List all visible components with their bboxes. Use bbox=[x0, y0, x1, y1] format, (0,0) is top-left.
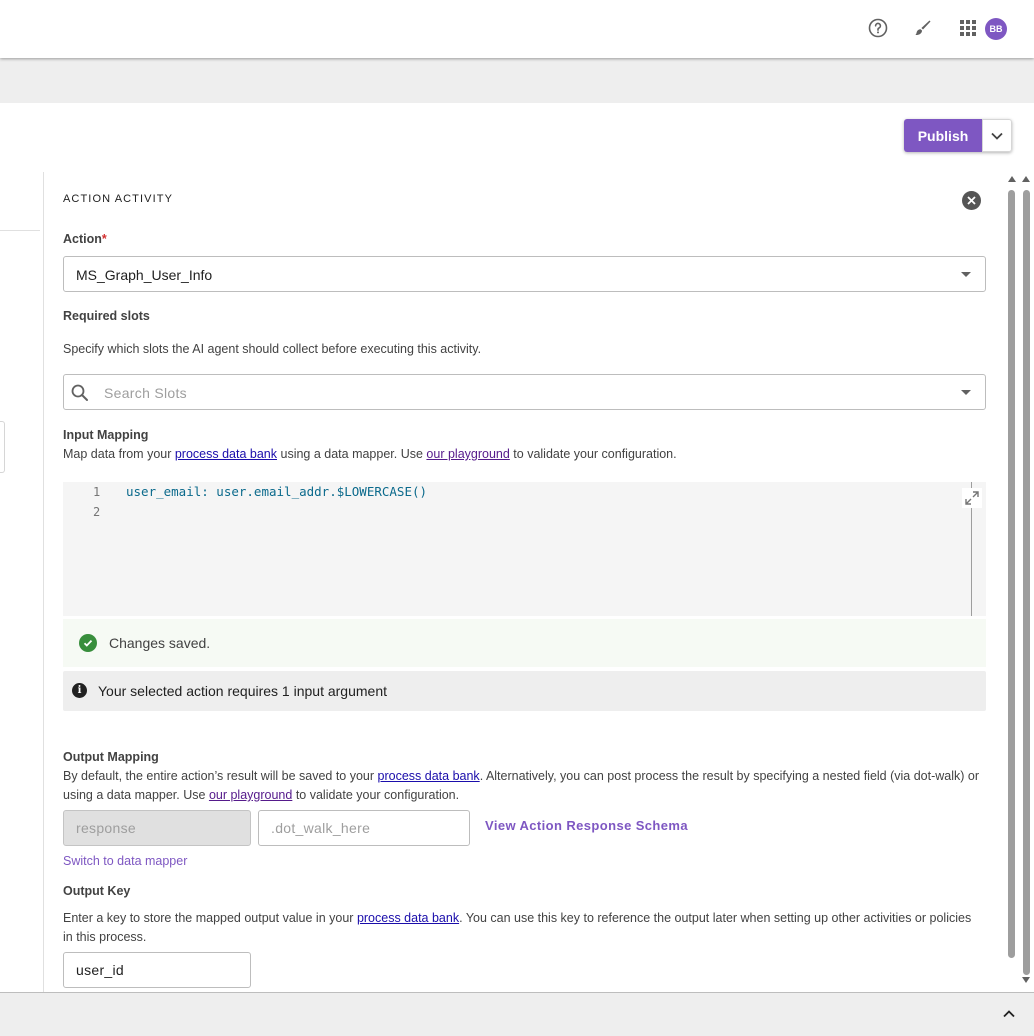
avatar[interactable]: BB bbox=[985, 18, 1007, 40]
view-action-response-schema-button[interactable]: View Action Response Schema bbox=[485, 818, 688, 833]
bottom-drawer-bar bbox=[0, 992, 1034, 1036]
action-select[interactable]: MS_Graph_User_Info bbox=[63, 256, 986, 292]
output-key-input[interactable] bbox=[64, 953, 250, 987]
input-mapping-label: Input Mapping bbox=[63, 428, 149, 442]
sub-header-band bbox=[0, 58, 1034, 103]
slots-search-select[interactable] bbox=[63, 374, 986, 410]
dot-walk-input[interactable] bbox=[259, 811, 469, 845]
input-mapping-code-editor[interactable]: 1 user_email: user.email_addr.$LOWERCASE… bbox=[63, 482, 986, 616]
chevron-down-icon bbox=[991, 132, 1003, 140]
output-mapping-label: Output Mapping bbox=[63, 750, 159, 764]
output-key-help: Enter a key to store the mapped output v… bbox=[63, 911, 972, 944]
apps-grid-icon[interactable] bbox=[957, 17, 979, 39]
line-number: 2 bbox=[93, 505, 101, 519]
left-panel-edge bbox=[0, 172, 44, 992]
publish-split-button: Publish bbox=[904, 119, 1012, 152]
help-circle-icon[interactable] bbox=[867, 17, 889, 39]
process-data-bank-link[interactable]: process data bank bbox=[175, 447, 277, 461]
panel-title: ACTION ACTIVITY bbox=[63, 193, 174, 205]
playground-link[interactable]: our playground bbox=[209, 788, 292, 802]
divider bbox=[0, 230, 40, 231]
changes-saved-text: Changes saved. bbox=[109, 635, 211, 651]
output-key-label: Output Key bbox=[63, 884, 131, 898]
check-circle-icon bbox=[79, 634, 97, 652]
process-data-bank-link[interactable]: process data bank bbox=[357, 911, 459, 925]
required-slots-help: Specify which slots the AI agent should … bbox=[63, 342, 482, 356]
input-argument-info-banner: i Your selected action requires 1 input … bbox=[63, 671, 986, 711]
chevron-up-icon[interactable] bbox=[1002, 1007, 1016, 1026]
switch-to-data-mapper-link[interactable]: Switch to data mapper bbox=[63, 854, 187, 868]
left-panel-field-edge bbox=[0, 421, 5, 473]
slots-search-input[interactable] bbox=[104, 383, 924, 403]
required-slots-label: Required slots bbox=[63, 309, 150, 323]
brush-icon[interactable] bbox=[912, 17, 934, 39]
output-mapping-help: By default, the entire action’s result w… bbox=[63, 769, 980, 802]
search-icon bbox=[70, 383, 90, 408]
info-text: Your selected action requires 1 input ar… bbox=[98, 683, 387, 699]
response-input bbox=[64, 811, 250, 845]
output-key-field[interactable] bbox=[63, 952, 251, 988]
expand-icon[interactable] bbox=[962, 488, 982, 508]
top-app-bar: BB bbox=[0, 0, 1034, 58]
info-icon: i bbox=[72, 683, 87, 698]
action-activity-panel: ACTION ACTIVITY Action* MS_Graph_User_In… bbox=[45, 172, 1005, 992]
dot-walk-field[interactable] bbox=[258, 810, 470, 846]
panel-scrollbar[interactable] bbox=[1006, 174, 1018, 988]
code-line[interactable]: user_email: user.email_addr.$LOWERCASE() bbox=[126, 484, 427, 499]
action-select-value: MS_Graph_User_Info bbox=[76, 267, 213, 283]
page-scrollbar[interactable] bbox=[1021, 174, 1033, 988]
scroll-up-arrow-icon[interactable] bbox=[1022, 176, 1030, 182]
dropdown-arrow-icon bbox=[961, 390, 971, 395]
process-data-bank-link[interactable]: process data bank bbox=[378, 769, 480, 783]
scroll-up-arrow-icon[interactable] bbox=[1008, 176, 1016, 182]
close-icon[interactable] bbox=[962, 191, 981, 210]
scrollbar-thumb[interactable] bbox=[1023, 190, 1030, 975]
response-field bbox=[63, 810, 251, 846]
changes-saved-banner: Changes saved. bbox=[63, 619, 986, 667]
publish-options-button[interactable] bbox=[982, 119, 1012, 152]
publish-button[interactable]: Publish bbox=[904, 119, 982, 152]
line-number: 1 bbox=[93, 485, 101, 499]
playground-link[interactable]: our playground bbox=[426, 447, 509, 461]
scrollbar-thumb[interactable] bbox=[1008, 190, 1015, 958]
input-mapping-help: Map data from your process data bank usi… bbox=[63, 447, 677, 461]
dropdown-arrow-icon bbox=[961, 272, 971, 277]
scroll-down-arrow-icon[interactable] bbox=[1022, 977, 1030, 983]
action-label: Action* bbox=[63, 232, 107, 246]
